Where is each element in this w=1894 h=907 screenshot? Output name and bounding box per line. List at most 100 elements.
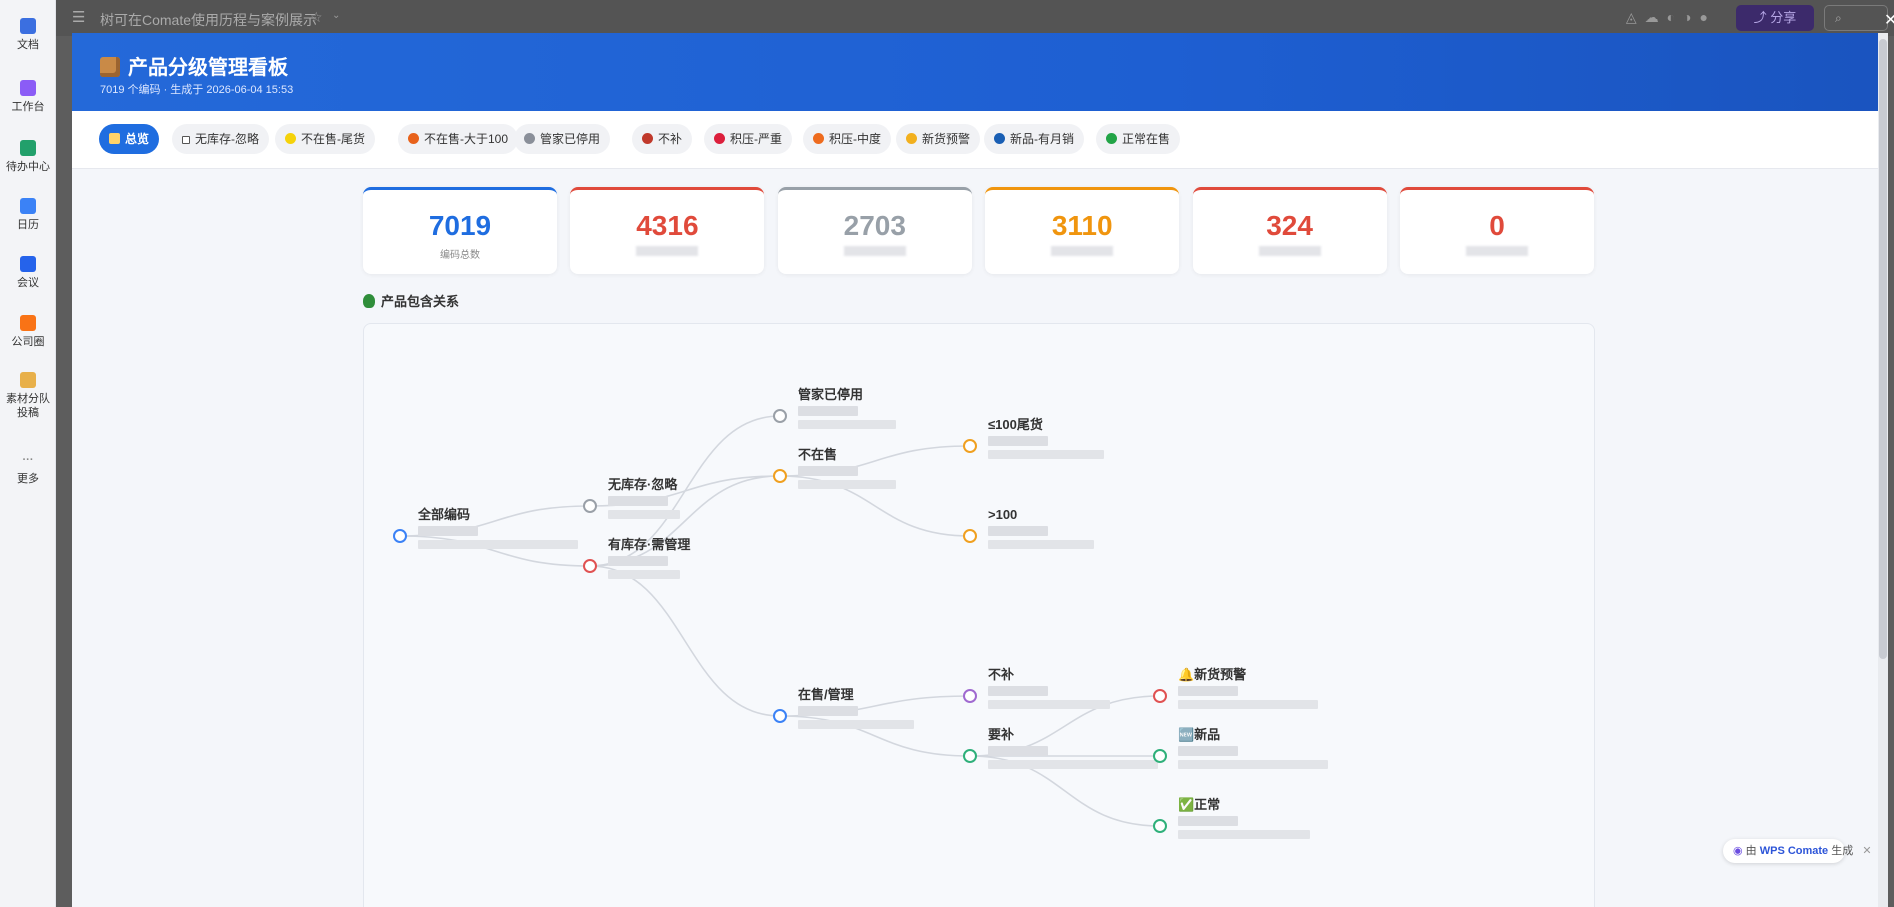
tree-node-dot[interactable] bbox=[393, 529, 407, 543]
tree-node-stopped[interactable]: 管家已停用 bbox=[773, 387, 896, 429]
rail-item-0[interactable]: 文档 bbox=[0, 18, 56, 52]
filter-chip-3[interactable]: 不在售-大于100 bbox=[398, 124, 519, 154]
tree-node-dot[interactable] bbox=[963, 439, 977, 453]
tree-node-desc-redacted bbox=[608, 570, 680, 579]
tree-node-dot[interactable] bbox=[963, 529, 977, 543]
rail-item-1[interactable]: 工作台 bbox=[0, 80, 56, 114]
stat-card-3[interactable]: 3110 bbox=[985, 187, 1180, 274]
filter-chip-8[interactable]: 新货预警 bbox=[896, 124, 981, 154]
tree-node-dot[interactable] bbox=[963, 689, 977, 703]
rail-item-2[interactable]: 待办中心 bbox=[0, 140, 56, 174]
tree-node-normal[interactable]: ✅正常 bbox=[1153, 797, 1310, 839]
tree-node-desc-redacted bbox=[1178, 830, 1310, 839]
tree-node-onsale[interactable]: 在售/管理 bbox=[773, 687, 914, 729]
tree-node-count-redacted bbox=[988, 746, 1048, 756]
filter-dot-icon bbox=[813, 133, 824, 144]
filter-dot-icon bbox=[1106, 133, 1117, 144]
tree-node-nobu[interactable]: 不补 bbox=[963, 667, 1110, 709]
filter-chip-0[interactable]: 总览 bbox=[99, 124, 160, 154]
tree-node-root[interactable]: 全部编码 bbox=[393, 507, 578, 549]
tree-node-yaobu[interactable]: 要补 bbox=[963, 727, 1158, 769]
filter-bar: 总览 无库存-忽略 不在售-尾货 不在售-大于100 管家已停用 不补 积压-严重 积压-中度… bbox=[72, 111, 1888, 169]
stat-value: 2703 bbox=[843, 210, 906, 241]
share-button[interactable]: ⤴ 分享 bbox=[1736, 5, 1814, 31]
filter-dot-icon bbox=[182, 136, 190, 144]
stat-card-0[interactable]: 7019 编码总数 bbox=[363, 187, 557, 274]
filter-chip-label: 积压-中度 bbox=[829, 132, 881, 146]
rail-item-3[interactable]: 日历 bbox=[0, 198, 56, 232]
tree-node-count-redacted bbox=[798, 466, 858, 476]
tree-node-dot[interactable] bbox=[1153, 749, 1167, 763]
filter-chip-9[interactable]: 新品-有月销 bbox=[984, 124, 1084, 154]
tree-node-newp[interactable]: 🆕新品 bbox=[1153, 727, 1328, 769]
tree-node-alert[interactable]: 🔔新货预警 bbox=[1153, 667, 1318, 709]
tree-node-count-redacted bbox=[1178, 746, 1238, 756]
close-icon[interactable]: ✕ bbox=[1862, 845, 1871, 857]
chevron-down-icon[interactable]: ⌄ bbox=[332, 10, 340, 21]
filter-dot-icon bbox=[642, 133, 653, 144]
tree-node-dot[interactable] bbox=[773, 709, 787, 723]
tree-node-stock[interactable]: 有库存·需管理 bbox=[583, 537, 690, 579]
star-icon[interactable]: ☆ bbox=[310, 9, 323, 26]
close-icon[interactable]: ✕ bbox=[1884, 10, 1894, 30]
filter-chip-label: 新货预警 bbox=[922, 132, 971, 146]
filter-chip-label: 不在售-大于100 bbox=[424, 132, 509, 146]
comate-icon: ◉ bbox=[1733, 845, 1746, 857]
rail-label: 日历 bbox=[17, 219, 39, 231]
collab-icons[interactable]: ◬☁◐◑● bbox=[1626, 9, 1716, 26]
filter-chip-label: 不在售-尾货 bbox=[301, 132, 365, 146]
rail-item-4[interactable]: 会议 bbox=[0, 256, 56, 290]
rail-label: 待办中心 bbox=[6, 161, 50, 173]
tree-node-desc-redacted bbox=[418, 540, 578, 549]
tree-node-desc-redacted bbox=[988, 700, 1110, 709]
tree-node-count-redacted bbox=[988, 686, 1048, 696]
scrollbar[interactable] bbox=[1878, 33, 1888, 907]
tree-node-dot[interactable] bbox=[583, 559, 597, 573]
tree-node-tail[interactable]: ≤100尾货 bbox=[963, 417, 1104, 459]
page-subtitle: 7019 个编码 · 生成于 2026-06-04 15:53 bbox=[100, 84, 294, 96]
tree-node-dot[interactable] bbox=[1153, 819, 1167, 833]
rail-item-7[interactable]: ··· 更多 bbox=[0, 452, 56, 486]
menu-icon[interactable]: ☰ bbox=[72, 8, 85, 26]
tree-node-over[interactable]: >100 bbox=[963, 507, 1094, 549]
tree-node-nostock[interactable]: 无库存·忽略 bbox=[583, 477, 680, 519]
page-title: 产品分级管理看板 bbox=[100, 51, 288, 80]
tree-node-desc-redacted bbox=[798, 720, 914, 729]
tree-node-label: 管家已停用 bbox=[798, 387, 863, 402]
filter-chip-6[interactable]: 积压-严重 bbox=[704, 124, 792, 154]
stat-card-1[interactable]: 4316 bbox=[570, 187, 765, 274]
tree-node-notsale[interactable]: 不在售 bbox=[773, 447, 896, 489]
tree-node-count-redacted bbox=[608, 496, 668, 506]
tree-node-dot[interactable] bbox=[963, 749, 977, 763]
rail-item-6[interactable]: 素材分队投稿 bbox=[0, 372, 56, 420]
rail-label: 会议 bbox=[17, 277, 39, 289]
tree-node-dot[interactable] bbox=[583, 499, 597, 513]
stat-value: 0 bbox=[1489, 210, 1505, 241]
filter-chip-4[interactable]: 管家已停用 bbox=[514, 124, 611, 154]
rail-label: 文档 bbox=[17, 39, 39, 51]
stat-value: 7019 bbox=[428, 210, 492, 241]
rail-icon bbox=[20, 80, 36, 96]
filter-chip-7[interactable]: 积压-中度 bbox=[803, 124, 891, 154]
tree-node-label: 🔔新货预警 bbox=[1178, 667, 1246, 682]
search-button[interactable]: ⌕ bbox=[1824, 5, 1888, 31]
rail-item-5[interactable]: 公司圈 bbox=[0, 315, 56, 349]
filter-chip-5[interactable]: 不补 bbox=[632, 124, 693, 154]
tree-node-count-redacted bbox=[988, 526, 1048, 536]
stat-card-5[interactable]: 0 bbox=[1400, 187, 1594, 274]
filter-dot-icon bbox=[906, 133, 917, 144]
tree-node-dot[interactable] bbox=[1153, 689, 1167, 703]
stat-card-4[interactable]: 324 bbox=[1192, 187, 1387, 274]
tree-node-count-redacted bbox=[418, 526, 478, 536]
filter-chip-1[interactable]: 无库存-忽略 bbox=[172, 124, 269, 154]
tree-node-dot[interactable] bbox=[773, 409, 787, 423]
tree-edge bbox=[589, 565, 781, 717]
filter-chip-2[interactable]: 不在售-尾货 bbox=[275, 124, 375, 154]
scroll-thumb[interactable] bbox=[1879, 39, 1887, 659]
filter-chip-10[interactable]: 正常在售 bbox=[1096, 124, 1181, 154]
stat-card-2[interactable]: 2703 bbox=[777, 187, 972, 274]
rail-label: 素材分队投稿 bbox=[6, 393, 50, 419]
package-icon bbox=[100, 57, 120, 77]
tree-node-dot[interactable] bbox=[773, 469, 787, 483]
generated-by-badge[interactable]: ◉ 由 WPS Comate 生成 ✕ bbox=[1723, 839, 1872, 863]
